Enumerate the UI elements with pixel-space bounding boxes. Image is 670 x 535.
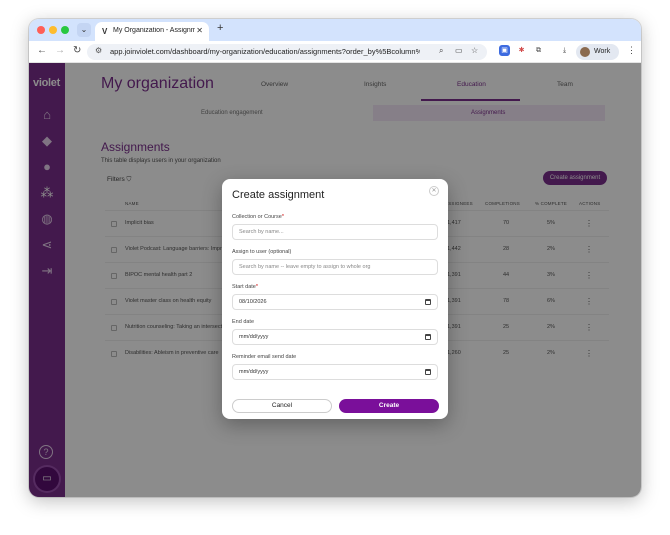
create-button[interactable]: Create (339, 399, 439, 413)
bookmark-star-icon[interactable]: ☆ (471, 46, 478, 55)
cancel-button[interactable]: Cancel (232, 399, 332, 413)
close-window-icon[interactable] (37, 26, 45, 34)
profile-label: Work (594, 48, 611, 55)
cast-icon[interactable]: ▭ (455, 46, 463, 55)
calendar-icon[interactable] (425, 369, 431, 375)
end-date-label: End date (232, 319, 255, 325)
reminder-date-input[interactable]: mm/dd/yyyy (232, 364, 438, 380)
reminder-date-label: Reminder email send date (232, 354, 297, 360)
url-text: app.joinviolet.com/dashboard/my-organiza… (110, 47, 420, 56)
back-icon[interactable]: ← (37, 45, 47, 56)
maximize-window-icon[interactable] (61, 26, 69, 34)
start-date-input[interactable]: 08/10/2026 (232, 294, 438, 310)
profile-button[interactable]: Work (576, 44, 619, 60)
address-bar[interactable]: ⚙ app.joinviolet.com/dashboard/my-organi… (87, 44, 487, 60)
tab-search-icon[interactable]: ⌄ (77, 23, 91, 37)
web-page: violet ⌂ ◆ ● ⁂ ◍ ⋖ ⇥ ? ▭ My organization… (29, 63, 641, 497)
extension-bug-icon[interactable]: ✱ (516, 45, 527, 56)
zoom-icon[interactable]: ⌕ (439, 46, 443, 56)
reload-icon[interactable]: ↻ (73, 45, 81, 56)
site-settings-icon[interactable]: ⚙ (95, 46, 102, 55)
browser-menu-icon[interactable]: ⋮ (627, 45, 636, 56)
tab-title: My Organization - Assignme (113, 27, 195, 34)
tab-close-icon[interactable]: ✕ (196, 26, 203, 35)
calendar-icon[interactable] (425, 334, 431, 340)
browser-tab-active[interactable]: V My Organization - Assignme ✕ (95, 22, 209, 41)
tab-strip: ⌄ V My Organization - Assignme ✕ + (29, 19, 641, 41)
end-date-input[interactable]: mm/dd/yyyy (232, 329, 438, 345)
violet-favicon-icon: V (102, 27, 108, 36)
collection-search-input[interactable]: Search by name... (232, 224, 438, 240)
create-assignment-modal: Create assignment ✕ Collection or Course… (222, 179, 448, 419)
browser-window: ⌄ V My Organization - Assignme ✕ + ← → ↻… (29, 19, 641, 497)
new-tab-icon[interactable]: + (217, 22, 223, 34)
start-date-value: 08/10/2026 (239, 299, 267, 305)
end-date-placeholder: mm/dd/yyyy (239, 334, 269, 340)
close-icon[interactable]: ✕ (429, 186, 439, 196)
collection-label: Collection or Course* (232, 214, 284, 220)
browser-toolbar: ← → ↻ ⚙ app.joinviolet.com/dashboard/my-… (29, 41, 641, 63)
minimize-window-icon[interactable] (49, 26, 57, 34)
user-search-input[interactable]: Search by name -- leave empty to assign … (232, 259, 438, 275)
avatar (580, 47, 590, 57)
forward-icon[interactable]: → (55, 45, 65, 56)
extension-icon[interactable]: ▣ (499, 45, 510, 56)
reminder-date-placeholder: mm/dd/yyyy (239, 369, 269, 375)
modal-title: Create assignment (232, 189, 325, 201)
calendar-icon[interactable] (425, 299, 431, 305)
extensions-puzzle-icon[interactable]: ⧉ (533, 45, 544, 56)
user-label: Assign to user (optional) (232, 249, 292, 255)
download-icon[interactable]: ⤓ (559, 45, 570, 56)
start-date-label: Start date* (232, 284, 258, 290)
